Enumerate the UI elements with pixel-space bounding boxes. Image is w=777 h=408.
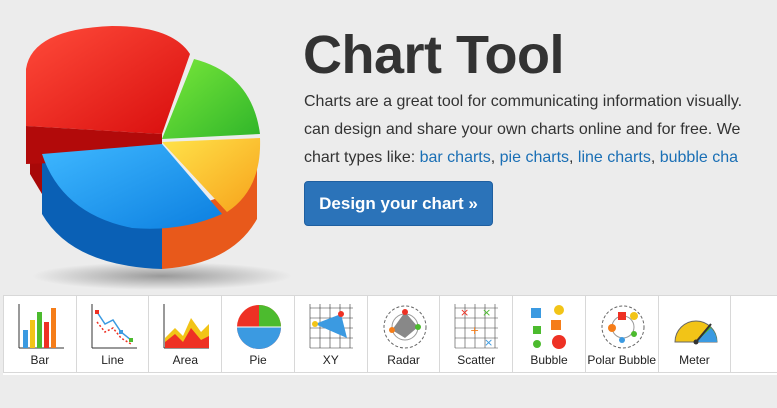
pie-chart-icon <box>237 305 282 349</box>
radar-chart-icon <box>383 305 427 349</box>
chart-type-pie-item[interactable]: Pie <box>221 295 295 373</box>
description-prefix: chart types like: <box>304 149 420 166</box>
chart-type-scatter-item[interactable]: × × + × Scatter <box>439 295 514 373</box>
svg-text:+: + <box>470 324 479 337</box>
chart-type-polar-bubble-item[interactable]: Polar Bubble <box>584 295 659 373</box>
svg-text:×: × <box>484 336 493 349</box>
link-line-charts[interactable]: line charts <box>578 149 651 166</box>
description-line-1: Charts are a great tool for communicatin… <box>304 93 743 110</box>
chart-type-bar-item[interactable]: Bar <box>3 295 77 373</box>
description-line-3: chart types like: bar charts, pie charts… <box>304 144 777 172</box>
chart-type-bubble-item[interactable]: Bubble <box>512 295 586 373</box>
chart-type-label: Polar Bubble <box>587 353 657 367</box>
chart-type-radar-item[interactable]: Radar <box>366 295 441 373</box>
chart-type-label: Bar <box>30 353 50 367</box>
link-separator: , <box>569 149 578 166</box>
link-separator: , <box>650 149 660 166</box>
page-title: Chart Tool <box>303 25 564 85</box>
chart-type-line-item[interactable]: Line <box>75 295 150 373</box>
link-separator: , <box>490 149 500 166</box>
chart-type-label: Area <box>172 353 199 367</box>
chart-type-meter-item[interactable]: Meter <box>657 295 732 373</box>
chart-tool-logo <box>26 26 292 290</box>
chart-type-label: Line <box>101 353 124 367</box>
chart-type-label: Bubble <box>530 353 568 367</box>
design-your-chart-button[interactable]: Design your chart » <box>304 181 493 226</box>
bubble-chart-icon <box>531 305 567 349</box>
chart-type-label: XY <box>322 353 339 367</box>
scatter-chart-icon: × × + × <box>455 304 499 349</box>
line-chart-icon <box>91 304 137 349</box>
link-pie-charts[interactable]: pie charts <box>500 149 569 166</box>
hero-description: Charts are a great tool for communicatin… <box>304 88 777 172</box>
chart-type-xy-item[interactable]: XY <box>293 295 368 373</box>
bar-chart-icon <box>18 304 64 349</box>
description-line-2: can design and share your own charts onl… <box>304 121 741 138</box>
chart-type-label: Meter <box>679 353 710 367</box>
chart-type-label: Pie <box>249 353 267 367</box>
chart-type-label: Scatter <box>457 353 496 367</box>
meter-chart-icon <box>674 320 718 345</box>
polar-bubble-chart-icon <box>601 305 645 349</box>
svg-text:×: × <box>482 306 491 319</box>
area-chart-icon <box>163 304 210 349</box>
link-bubble-charts[interactable]: bubble cha <box>660 149 738 166</box>
chart-type-bar: Bar Line Area Pie XY Radar × × + × Scatt… <box>3 295 777 375</box>
chart-type-more-item[interactable] <box>730 295 777 373</box>
chart-type-area-item[interactable]: Area <box>148 295 223 373</box>
link-bar-charts[interactable]: bar charts <box>420 149 491 166</box>
chart-type-label: Radar <box>387 353 420 367</box>
svg-text:×: × <box>460 306 469 319</box>
xy-chart-icon <box>309 304 353 349</box>
